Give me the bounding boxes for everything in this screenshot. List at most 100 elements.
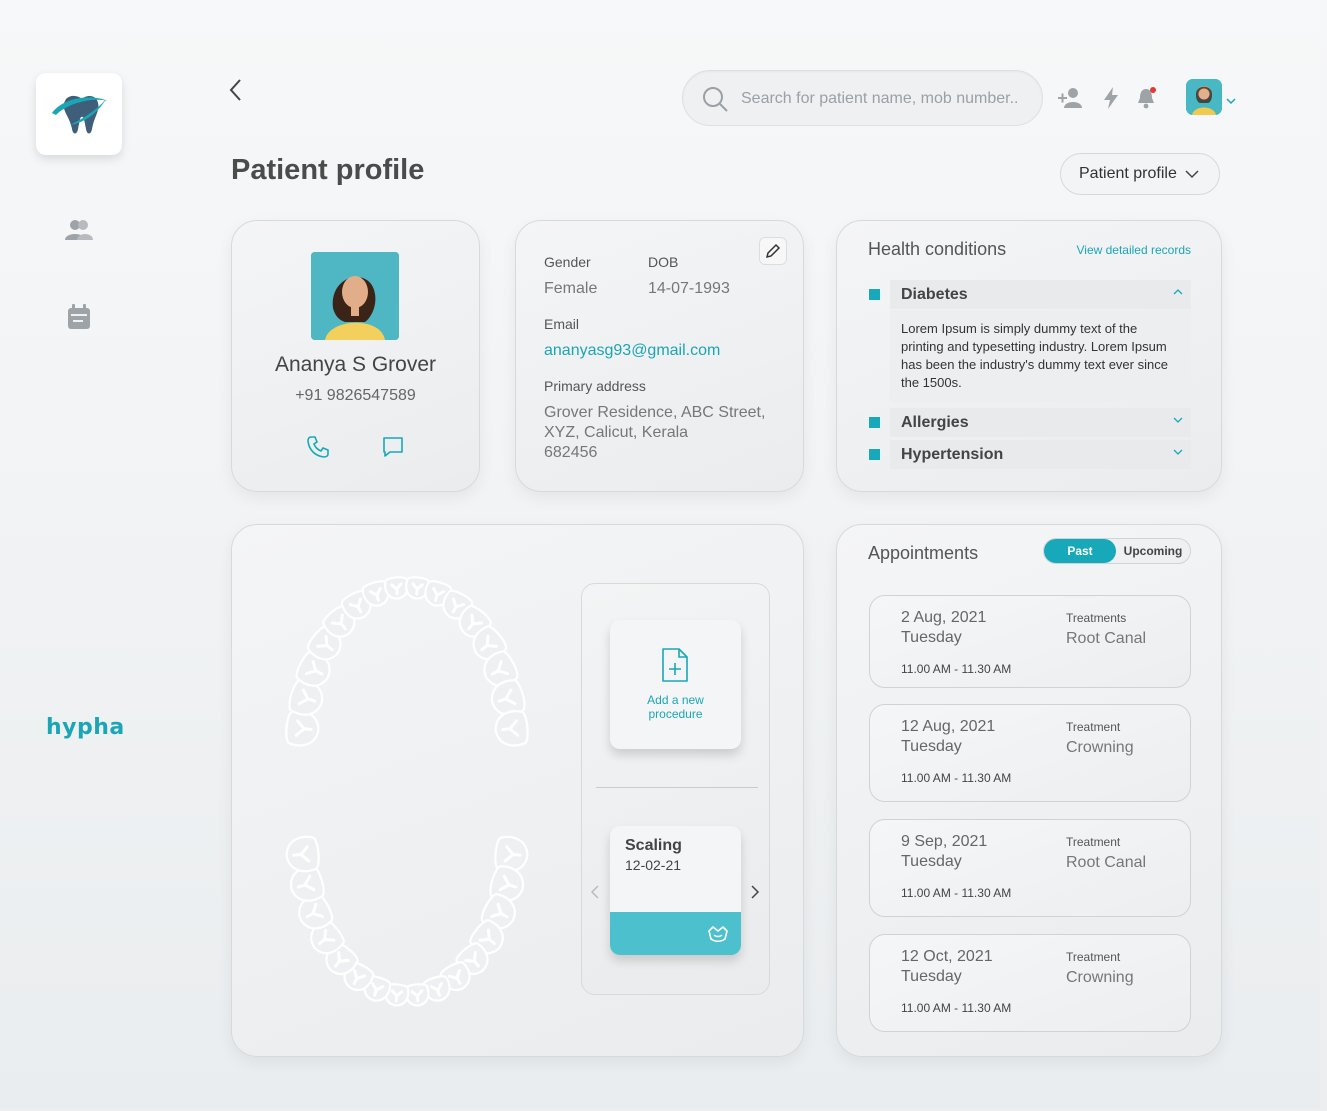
appointment-item[interactable]: 9 Sep, 2021 Tuesday 11.00 AM - 11.30 AM … xyxy=(869,819,1191,917)
health-conditions-card: Health conditions View detailed records … xyxy=(836,220,1222,492)
condition-name: Hypertension xyxy=(901,446,1004,463)
health-conditions-title: Health conditions xyxy=(868,239,1007,259)
condition-description: Lorem Ipsum is simply dummy text of the … xyxy=(890,310,1191,402)
address-line-3: 682456 xyxy=(544,444,598,461)
appointment-time: 11.00 AM - 11.30 AM xyxy=(901,662,1012,676)
tooth-crown-icon xyxy=(708,926,728,943)
procedure-name: Scaling xyxy=(625,837,682,854)
chevron-down-icon xyxy=(1173,449,1183,455)
appointment-date: 12 Aug, 2021 xyxy=(901,718,996,735)
prev-procedure-icon[interactable] xyxy=(590,884,604,900)
appointment-day: Tuesday xyxy=(901,738,962,755)
treatment-label: Treatments xyxy=(1066,611,1127,625)
next-procedure-icon[interactable] xyxy=(750,884,764,900)
appointment-date: 9 Sep, 2021 xyxy=(901,833,988,850)
treatment-label: Treatment xyxy=(1066,950,1121,964)
condition-name: Diabetes xyxy=(901,286,968,303)
calendar-nav-icon[interactable] xyxy=(64,303,94,331)
patient-phone: +91 9826547589 xyxy=(295,387,416,404)
patient-photo xyxy=(311,252,399,340)
appointment-date: 12 Oct, 2021 xyxy=(901,948,993,965)
file-add-icon xyxy=(662,648,688,682)
lightning-icon[interactable] xyxy=(1097,84,1125,112)
app-logo[interactable] xyxy=(36,73,122,155)
notification-bell-icon[interactable] xyxy=(1132,84,1160,112)
treatment-label: Treatment xyxy=(1066,720,1121,734)
search-bar[interactable] xyxy=(682,70,1043,126)
chevron-up-icon xyxy=(1173,289,1183,295)
appointment-time: 11.00 AM - 11.30 AM xyxy=(901,886,1012,900)
patient-details-card: Gender DOB Female 14-07-1993 Email anany… xyxy=(515,220,804,492)
condition-hypertension-header[interactable]: Hypertension xyxy=(890,440,1191,469)
email-label: Email xyxy=(544,316,580,332)
treatment-value: Root Canal xyxy=(1066,854,1147,871)
search-icon xyxy=(701,85,729,118)
dob-value: 14-07-1993 xyxy=(648,280,730,297)
dental-chart-card: Add a new procedure Scaling 12-02-21 xyxy=(231,524,804,1057)
treatment-label: Treatment xyxy=(1066,835,1121,849)
add-procedure-button[interactable]: Add a new procedure xyxy=(610,620,741,749)
message-icon[interactable] xyxy=(380,434,406,460)
appointment-day: Tuesday xyxy=(901,968,962,985)
profile-card: Ananya S Grover +91 9826547589 xyxy=(231,220,480,492)
condition-allergies-header[interactable]: Allergies xyxy=(890,408,1191,437)
appointments-card: Appointments Past Upcoming 2 Aug, 2021 T… xyxy=(836,524,1222,1057)
pencil-icon xyxy=(765,243,781,259)
appointments-toggle: Past Upcoming xyxy=(1043,538,1191,564)
treatment-value: Root Canal xyxy=(1066,630,1147,647)
chevron-down-icon[interactable] xyxy=(1226,92,1236,110)
address-label: Primary address xyxy=(544,378,646,394)
patient-name: Ananya S Grover xyxy=(274,353,437,376)
condition-marker xyxy=(869,289,880,300)
gender-value: Female xyxy=(544,280,598,297)
patients-nav-icon[interactable] xyxy=(64,216,94,244)
app-window: hypha Patient profile Patient profile An… xyxy=(0,0,1320,1108)
back-button[interactable] xyxy=(226,78,248,102)
tooth[interactable] xyxy=(494,710,529,747)
appointment-item[interactable]: 2 Aug, 2021 Tuesday 11.00 AM - 11.30 AM … xyxy=(869,595,1191,688)
page-title: Patient profile xyxy=(231,154,425,186)
tooth[interactable] xyxy=(285,835,320,873)
treatment-value: Crowning xyxy=(1066,739,1134,756)
address-line-1: Grover Residence, ABC Street, xyxy=(544,404,766,421)
divider xyxy=(596,787,758,788)
dental-chart[interactable] xyxy=(282,569,532,1014)
appointment-day: Tuesday xyxy=(901,853,962,870)
gender-label: Gender xyxy=(544,254,591,270)
view-records-link[interactable]: View detailed records xyxy=(1076,243,1191,257)
dob-label: DOB xyxy=(648,254,679,270)
call-icon[interactable] xyxy=(305,434,331,460)
appointment-date: 2 Aug, 2021 xyxy=(901,609,987,626)
condition-diabetes-header[interactable]: Diabetes xyxy=(890,280,1191,309)
procedures-panel: Add a new procedure Scaling 12-02-21 xyxy=(581,583,770,995)
appointments-title: Appointments xyxy=(868,543,979,563)
appointment-day: Tuesday xyxy=(901,629,962,646)
condition-marker xyxy=(869,449,880,460)
search-input[interactable] xyxy=(741,87,1031,111)
view-select-dropdown[interactable]: Patient profile xyxy=(1060,153,1220,195)
add-procedure-label: Add a new procedure xyxy=(647,693,704,721)
procedure-date: 12-02-21 xyxy=(625,857,682,873)
user-avatar[interactable] xyxy=(1186,79,1222,115)
chevron-left-icon xyxy=(229,79,241,101)
appointment-item[interactable]: 12 Aug, 2021 Tuesday 11.00 AM - 11.30 AM… xyxy=(869,704,1191,802)
add-patient-icon[interactable] xyxy=(1058,84,1086,112)
tooth-logo-icon xyxy=(52,95,108,134)
address-line-2: XYZ, Calicut, Kerala xyxy=(544,424,689,441)
condition-marker xyxy=(869,417,880,428)
treatment-value: Crowning xyxy=(1066,969,1134,986)
appointment-time: 11.00 AM - 11.30 AM xyxy=(901,1001,1012,1015)
procedure-bar xyxy=(610,912,741,955)
procedure-card[interactable]: Scaling 12-02-21 xyxy=(610,826,741,955)
email-link[interactable]: ananyasg93@gmail.com xyxy=(544,342,720,360)
view-select-label: Patient profile xyxy=(1079,165,1177,182)
chevron-down-icon xyxy=(1173,417,1183,423)
condition-name: Allergies xyxy=(901,414,969,431)
tab-upcoming[interactable]: Upcoming xyxy=(1116,539,1190,563)
appointment-item[interactable]: 12 Oct, 2021 Tuesday 11.00 AM - 11.30 AM… xyxy=(869,934,1191,1032)
appointment-time: 11.00 AM - 11.30 AM xyxy=(901,771,1012,785)
edit-button[interactable] xyxy=(759,237,787,265)
brand-logo: hypha xyxy=(46,715,125,740)
tab-past[interactable]: Past xyxy=(1044,539,1116,563)
chevron-down-icon xyxy=(1185,170,1199,179)
